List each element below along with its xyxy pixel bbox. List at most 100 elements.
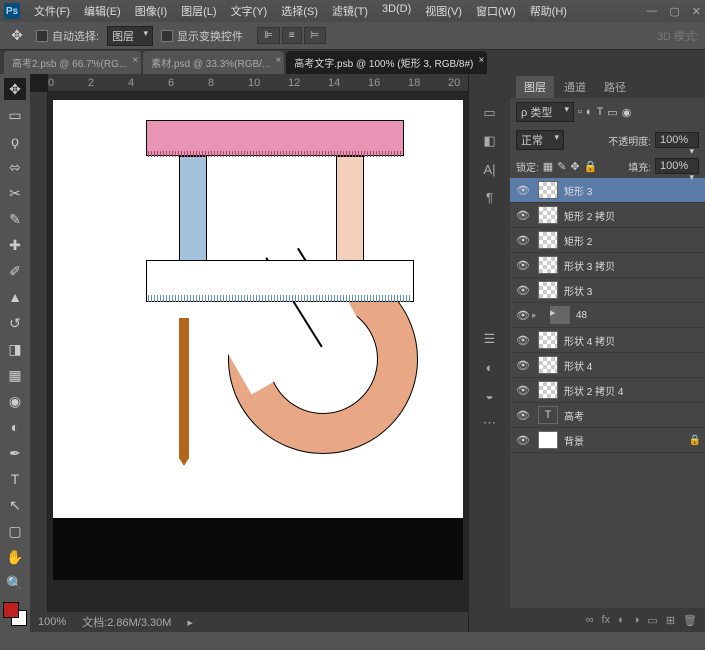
zoom-level[interactable]: 100% <box>38 616 66 628</box>
layers-footer-icon[interactable]: ◑ <box>633 614 640 626</box>
layer-row[interactable]: 👁背景🔒 <box>510 428 705 453</box>
visibility-icon[interactable]: 👁 <box>514 234 532 247</box>
lock-icon[interactable]: 🔒 <box>584 160 598 173</box>
stamp-tool[interactable]: ▲ <box>4 286 26 308</box>
menu-item[interactable]: 视图(V) <box>419 1 468 21</box>
filter-icon[interactable]: ◐ <box>586 106 593 118</box>
adjust-panel-icon[interactable]: ◐ <box>480 358 500 376</box>
move-tool[interactable]: ✥ <box>4 78 26 100</box>
lasso-tool[interactable]: ϙ <box>4 130 26 152</box>
layer-name[interactable]: 形状 4 拷贝 <box>564 333 615 348</box>
layer-thumbnail[interactable] <box>538 281 558 299</box>
status-chevron-icon[interactable]: ▸ <box>187 616 193 629</box>
menu-item[interactable]: 图层(L) <box>175 1 222 21</box>
menu-item[interactable]: 窗口(W) <box>470 1 522 21</box>
layer-name[interactable]: 形状 3 拷贝 <box>564 258 615 273</box>
lock-icon[interactable]: ✥ <box>570 160 579 173</box>
filter-icon[interactable]: ▭ <box>607 106 617 119</box>
visibility-icon[interactable]: 👁 <box>514 434 532 447</box>
char-panel-icon[interactable]: A| <box>480 160 500 178</box>
layer-row[interactable]: 👁矩形 2 拷贝 <box>510 203 705 228</box>
tab-close-icon[interactable]: × <box>132 55 138 66</box>
blur-tool[interactable]: ◉ <box>4 390 26 412</box>
layer-filter-kind[interactable]: ρ 类型 <box>516 102 574 122</box>
pen-tool[interactable]: ✒ <box>4 442 26 464</box>
ellipsis-icon[interactable]: ⋯ <box>480 414 500 432</box>
layer-row[interactable]: 👁 形状 3 拷贝 <box>510 253 705 278</box>
gradient-tool[interactable]: ▦ <box>4 364 26 386</box>
document-canvas[interactable] <box>53 100 463 580</box>
layer-thumbnail[interactable] <box>538 431 558 449</box>
blend-mode-select[interactable]: 正常 <box>516 130 564 150</box>
menu-item[interactable]: 图像(I) <box>129 1 173 21</box>
history-panel-icon[interactable]: ▭ <box>480 104 500 122</box>
properties-panel-icon[interactable]: ☰ <box>480 330 500 348</box>
filter-icon[interactable]: ▫ <box>578 106 582 118</box>
layer-name[interactable]: 形状 3 <box>564 283 592 298</box>
autoselect-checkbox[interactable] <box>36 30 48 42</box>
brush-tool[interactable]: ✐ <box>4 260 26 282</box>
lock-icon[interactable]: ▦ <box>543 160 553 173</box>
panel-tab[interactable]: 通道 <box>556 76 594 98</box>
layers-footer-icon[interactable]: ◐ <box>618 614 625 626</box>
document-tab[interactable]: 素材.psd @ 33.3%(RGB/...× <box>143 51 284 74</box>
wand-tool[interactable]: ⬄ <box>4 156 26 178</box>
layer-thumbnail[interactable] <box>538 381 558 399</box>
layer-row[interactable]: 👁 矩形 3 <box>510 178 705 203</box>
fill-input[interactable]: 100% <box>655 158 699 174</box>
visibility-icon[interactable]: 👁 <box>514 334 532 347</box>
folder-icon[interactable]: ▸ <box>550 306 570 324</box>
layer-row[interactable]: 👁形状 3 <box>510 278 705 303</box>
text-layer-icon[interactable]: T <box>538 406 558 424</box>
autoselect-target[interactable]: 图层 <box>107 26 153 46</box>
layer-row[interactable]: 👁 形状 4 <box>510 353 705 378</box>
panel-tab[interactable]: 路径 <box>596 76 634 98</box>
eyedropper-tool[interactable]: ✎ <box>4 208 26 230</box>
menu-item[interactable]: 3D(D) <box>376 1 417 21</box>
visibility-icon[interactable]: 👁 <box>514 309 532 322</box>
tab-close-icon[interactable]: × <box>275 55 281 66</box>
layers-footer-icon[interactable]: 🗑 <box>683 614 697 627</box>
visibility-icon[interactable]: 👁 <box>514 184 532 197</box>
layer-name[interactable]: 高考 <box>564 408 584 423</box>
lock-icon[interactable]: ✎ <box>557 160 566 173</box>
path-tool[interactable]: ↖ <box>4 494 26 516</box>
visibility-icon[interactable]: 👁 <box>514 359 532 372</box>
visibility-icon[interactable]: 👁 <box>514 259 532 272</box>
layer-thumbnail[interactable] <box>538 206 558 224</box>
layer-row[interactable]: 👁▸▸48 <box>510 303 705 328</box>
visibility-icon[interactable]: 👁 <box>514 209 532 222</box>
history-brush-tool[interactable]: ↺ <box>4 312 26 334</box>
layer-name[interactable]: 48 <box>576 310 587 321</box>
layers-footer-icon[interactable]: fx <box>602 614 611 626</box>
menu-item[interactable]: 文字(Y) <box>225 1 274 21</box>
folder-chevron-icon[interactable]: ▸ <box>532 310 544 321</box>
layer-name[interactable]: 矩形 3 <box>564 183 592 198</box>
tab-close-icon[interactable]: × <box>479 55 485 66</box>
color-panel-icon[interactable]: ◧ <box>480 132 500 150</box>
heal-tool[interactable]: ✚ <box>4 234 26 256</box>
layer-row[interactable]: 👁 T 高考 <box>510 403 705 428</box>
shape-tool[interactable]: ▢ <box>4 520 26 542</box>
filter-icon[interactable]: ◉ <box>622 106 632 119</box>
layers-footer-icon[interactable]: ▭ <box>647 614 657 627</box>
eraser-tool[interactable]: ◨ <box>4 338 26 360</box>
marquee-tool[interactable]: ▭ <box>4 104 26 126</box>
layers-footer-icon[interactable]: ⊞ <box>666 614 675 627</box>
filter-icon[interactable]: T <box>597 106 604 118</box>
maximize-button[interactable]: ▢ <box>669 5 679 18</box>
layer-thumbnail[interactable] <box>538 331 558 349</box>
paragraph-panel-icon[interactable]: ¶ <box>480 188 500 206</box>
layer-name[interactable]: 形状 4 <box>564 358 592 373</box>
viewport[interactable] <box>48 92 468 612</box>
visibility-icon[interactable]: 👁 <box>514 384 532 397</box>
visibility-icon[interactable]: 👁 <box>514 409 532 422</box>
layer-row[interactable]: 👁 形状 4 拷贝 <box>510 328 705 353</box>
layers-footer-icon[interactable]: ∞ <box>586 614 594 626</box>
layer-name[interactable]: 背景 <box>564 433 584 448</box>
close-button[interactable]: ✕ <box>692 5 701 18</box>
document-tab[interactable]: 高考文字.psb @ 100% (矩形 3, RGB/8#)× <box>286 51 487 74</box>
show-transform-checkbox[interactable] <box>161 30 173 42</box>
opacity-input[interactable]: 100% <box>655 132 699 148</box>
layer-thumbnail[interactable] <box>538 181 558 199</box>
